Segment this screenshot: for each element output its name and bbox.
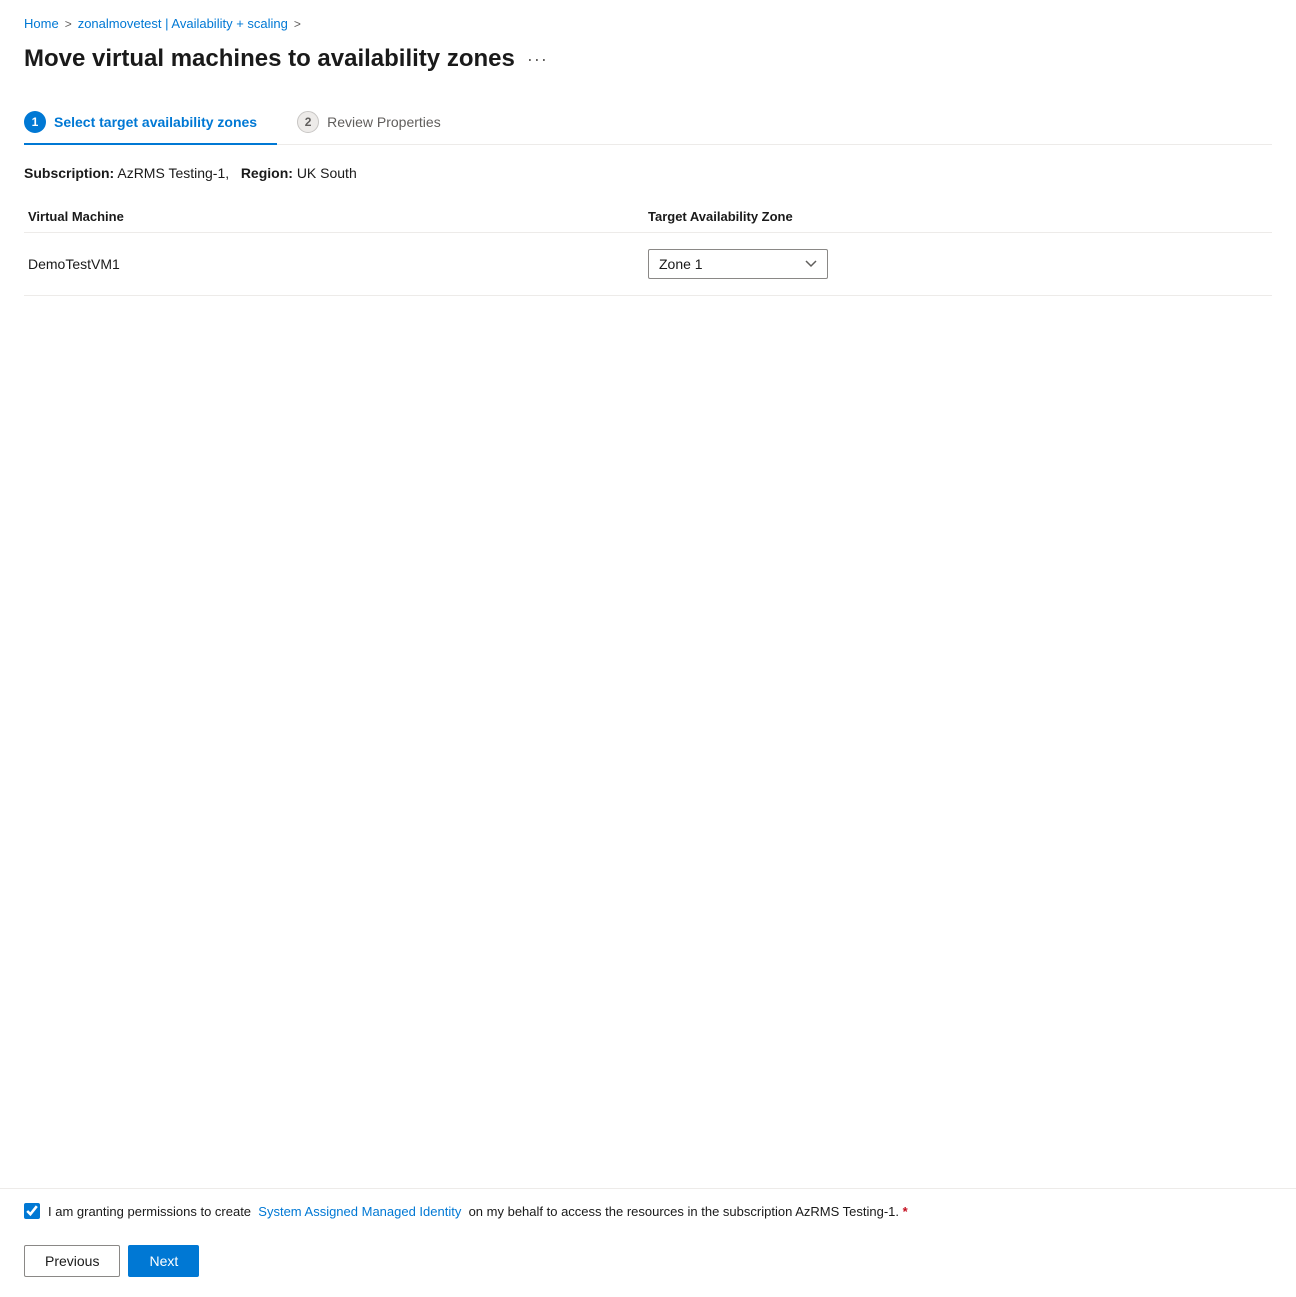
previous-button[interactable]: Previous [24,1245,120,1277]
step-badge-1: 1 [24,111,46,133]
breadcrumb-resource-link[interactable]: zonalmovetest | Availability + scaling [78,16,288,31]
breadcrumb-home-link[interactable]: Home [24,16,59,31]
region-label: Region: [241,165,293,181]
zone-select-cell: Zone 1 Zone 2 Zone 3 [648,233,1272,296]
region-value: UK South [297,165,357,181]
wizard-tab-2[interactable]: 2 Review Properties [297,101,461,145]
subscription-value: AzRMS Testing-1, [117,165,229,181]
step-label-2: Review Properties [327,114,441,130]
consent-text-after: on my behalf to access the resources in … [469,1204,899,1219]
breadcrumb-separator-1: > [65,17,72,31]
wizard-tabs: 1 Select target availability zones 2 Rev… [24,101,1272,145]
next-button[interactable]: Next [128,1245,199,1277]
page-title-row: Move virtual machines to availability zo… [24,45,1272,73]
step-label-1: Select target availability zones [54,114,257,130]
consent-text: I am granting permissions to create Syst… [48,1204,1272,1219]
step-badge-2: 2 [297,111,319,133]
consent-bar: I am granting permissions to create Syst… [0,1188,1296,1233]
col-header-vm: Virtual Machine [24,201,648,233]
breadcrumb: Home > zonalmovetest | Availability + sc… [24,16,1272,31]
more-options-button[interactable]: ··· [527,49,548,70]
vm-name-cell: DemoTestVM1 [24,233,648,296]
consent-checkbox[interactable] [24,1203,40,1219]
footer-actions: Previous Next [0,1233,1296,1297]
col-header-zone: Target Availability Zone [648,201,1272,233]
managed-identity-link[interactable]: System Assigned Managed Identity [258,1204,461,1219]
table-row: DemoTestVM1 Zone 1 Zone 2 Zone 3 [24,233,1272,296]
vm-table: Virtual Machine Target Availability Zone… [24,201,1272,296]
subscription-info: Subscription: AzRMS Testing-1, Region: U… [24,165,1272,181]
consent-text-before: I am granting permissions to create [48,1204,251,1219]
breadcrumb-separator-2: > [294,17,301,31]
page-title: Move virtual machines to availability zo… [24,45,515,73]
wizard-tab-1[interactable]: 1 Select target availability zones [24,101,277,145]
subscription-label: Subscription: [24,165,114,181]
required-star: * [903,1204,908,1219]
zone-select-dropdown[interactable]: Zone 1 Zone 2 Zone 3 [648,249,828,279]
